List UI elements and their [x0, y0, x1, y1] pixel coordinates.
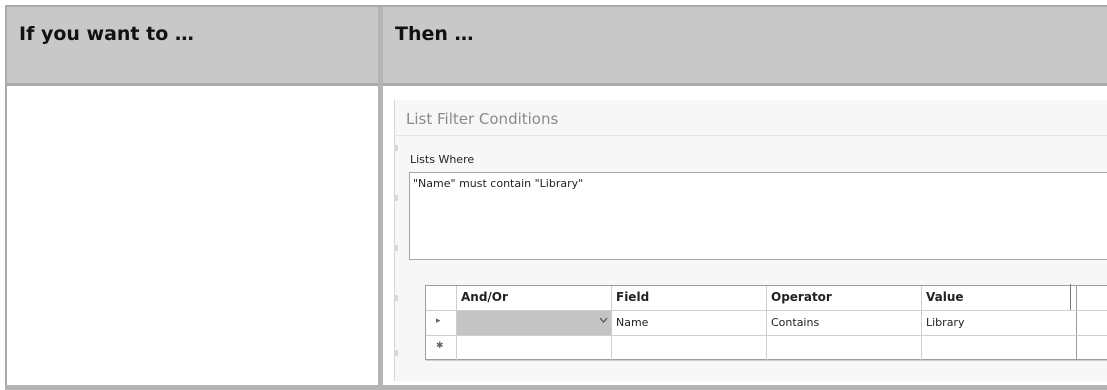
lists-where-label: Lists Where [410, 153, 475, 166]
column-header-field[interactable]: Field [612, 286, 767, 310]
edge-artifact [395, 245, 398, 251]
table-row-new[interactable]: ✱ [426, 336, 1107, 361]
header-cell-if-you-want: If you want to … [5, 7, 378, 83]
edge-artifact [395, 145, 398, 151]
edge-artifact [395, 195, 398, 201]
dialog-title: List Filter Conditions [406, 110, 559, 128]
grid-scrollbar[interactable] [1070, 284, 1071, 310]
value-cell-new[interactable] [922, 336, 1077, 360]
operator-cell[interactable]: Contains [767, 311, 922, 335]
column-header-and-or[interactable]: And/Or [457, 286, 612, 310]
edge-artifact [395, 350, 398, 356]
grid-header-row: And/Or Field Operator Value [426, 286, 1107, 311]
column-header-operator[interactable]: Operator [767, 286, 922, 310]
list-filter-conditions-screenshot: List Filter Conditions Lists Where "Name… [394, 100, 1107, 381]
edge-artifact [395, 295, 398, 301]
row-filler [1077, 336, 1107, 360]
dialog-title-divider [395, 135, 1107, 136]
condition-preview-box[interactable]: "Name" must contain "Library" [409, 172, 1107, 260]
conditions-grid[interactable]: And/Or Field Operator Value ▸ Name Conta… [425, 285, 1107, 361]
condition-text: "Name" must contain "Library" [413, 177, 584, 190]
header-cell-then: Then … [383, 7, 1107, 83]
and-or-cell-new[interactable] [457, 336, 612, 360]
column-divider [378, 7, 383, 390]
table-row[interactable]: ▸ Name Contains Library [426, 311, 1107, 336]
row-filler [1077, 311, 1107, 335]
field-cell-new[interactable] [612, 336, 767, 360]
row-selector-header [426, 286, 457, 310]
and-or-dropdown[interactable] [457, 311, 612, 335]
new-row-asterisk-icon: ✱ [426, 336, 457, 360]
current-row-arrow-icon: ▸ [426, 311, 457, 335]
grid-header-filler [1077, 286, 1107, 310]
procedure-table: If you want to … Then … List Filter Cond… [0, 0, 1107, 390]
column-header-value[interactable]: Value [922, 286, 1077, 310]
operator-cell-new[interactable] [767, 336, 922, 360]
field-cell[interactable]: Name [612, 311, 767, 335]
value-cell[interactable]: Library [922, 311, 1077, 335]
chevron-down-icon[interactable] [599, 317, 608, 327]
table-border-bottom [5, 385, 1107, 390]
header-separator [5, 83, 1107, 86]
